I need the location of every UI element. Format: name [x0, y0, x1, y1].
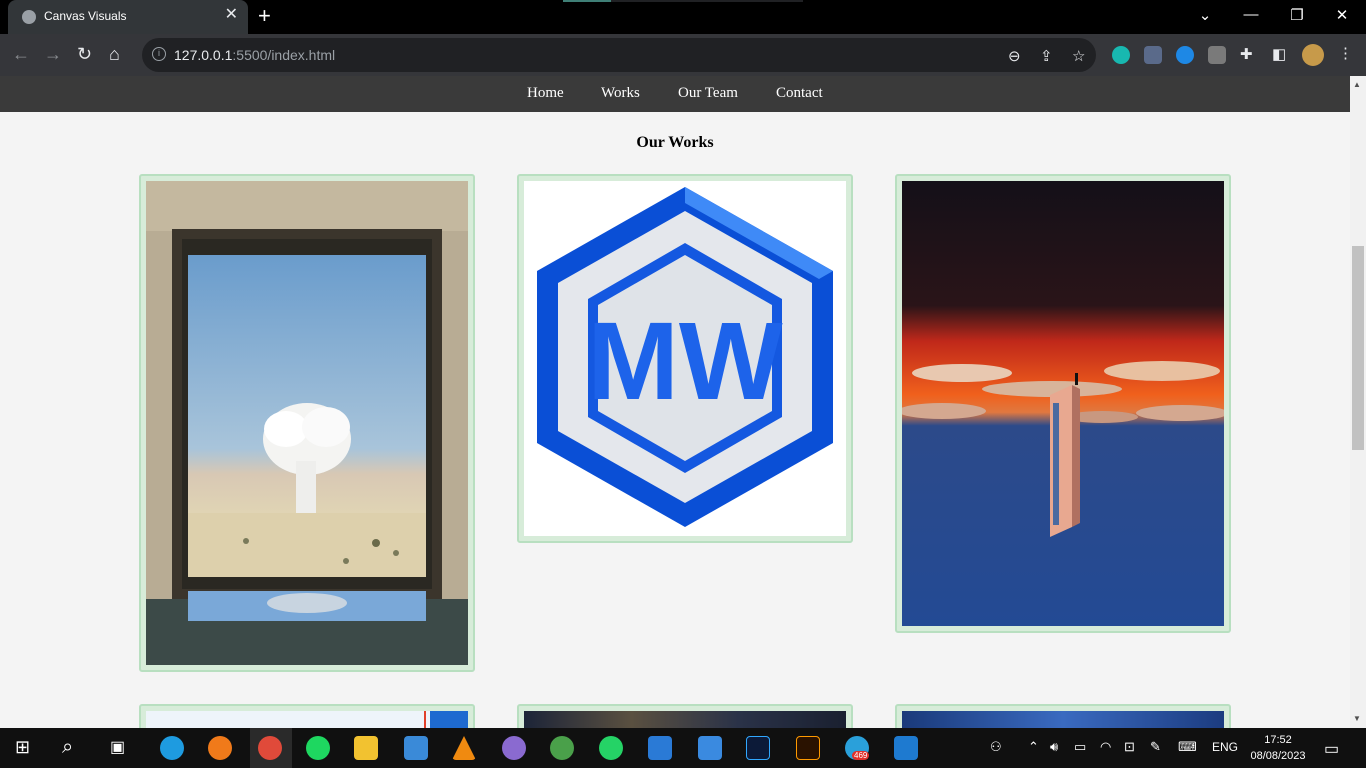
address-bar[interactable]: i 127.0.0.1:5500/index.html ⊖ ⇪ ☆	[142, 38, 1096, 72]
search-icon[interactable]: ⌕	[62, 736, 73, 759]
scrollbar-thumb[interactable]	[1352, 246, 1364, 450]
vlc-icon[interactable]	[452, 736, 476, 760]
row2-3-image	[902, 711, 1224, 728]
minimize-icon[interactable]: —	[1241, 6, 1261, 23]
reload-icon[interactable]: ↻	[77, 44, 92, 64]
work-card-row2-3[interactable]	[895, 704, 1231, 728]
work-card-window-cloud[interactable]	[139, 174, 475, 672]
extension-m-icon[interactable]	[1112, 46, 1130, 64]
browser-titlebar: Canvas Visuals ✕ + ⌄ — ❐ ✕	[0, 0, 1366, 34]
mail-icon[interactable]	[648, 736, 672, 760]
extension-blue-icon[interactable]	[1176, 46, 1194, 64]
vscode-icon[interactable]	[894, 736, 918, 760]
tab-title: Canvas Visuals	[44, 9, 127, 23]
work-card-row2-2[interactable]	[517, 704, 853, 728]
work-card-mw-logo[interactable]: MW	[517, 174, 853, 543]
monolith-painting	[902, 181, 1224, 626]
home-icon[interactable]: ⌂	[109, 44, 120, 64]
windows-start-icon[interactable]: ⊞	[15, 737, 30, 758]
site-info-icon[interactable]: i	[152, 47, 166, 61]
extension-r-icon[interactable]	[1208, 46, 1226, 64]
mw-logo-image: MW	[524, 181, 846, 536]
scroll-up-arrow-icon[interactable]: ▲	[1353, 80, 1361, 89]
profile-avatar[interactable]	[1302, 44, 1324, 66]
page-scrollbar[interactable]: ▲ ▼	[1350, 76, 1366, 728]
row2-1-image	[146, 711, 468, 728]
close-window-icon[interactable]: ✕	[1332, 6, 1352, 24]
work-card-monolith[interactable]	[895, 174, 1231, 633]
zoom-icon[interactable]: ⊖	[1008, 47, 1021, 65]
language-indicator[interactable]: ENG	[1212, 740, 1238, 754]
nav-home[interactable]: Home	[527, 85, 564, 102]
clock-date: 08/08/2023	[1250, 750, 1306, 762]
side-panel-icon[interactable]: ◧	[1272, 45, 1286, 63]
firefox-icon[interactable]	[208, 736, 232, 760]
volume-icon[interactable]: 🔊︎	[1050, 739, 1058, 755]
nav-works[interactable]: Works	[601, 85, 640, 102]
chrome-profile-icon[interactable]	[550, 736, 574, 760]
media-player-icon[interactable]	[502, 736, 526, 760]
keyboard-icon[interactable]: ⌨	[1178, 739, 1197, 755]
tab-search-icon[interactable]: ⌄	[1195, 6, 1215, 24]
store-icon[interactable]	[698, 736, 722, 760]
back-icon[interactable]: ←	[12, 44, 30, 64]
notification-icon[interactable]: ▭	[1324, 739, 1339, 759]
row2-2-image	[524, 711, 846, 728]
windows-taskbar: ⊞ ⌕ ▣ 469 ⚇ ⌃ 🔊︎ ▭ ◠ ⊡ ✎ ⌨ ENG 17:52 08/…	[0, 728, 1366, 768]
forward-icon[interactable]: →	[44, 44, 62, 64]
site-navbar: Home Works Our Team Contact	[0, 76, 1350, 112]
work-card-row2-1[interactable]	[139, 704, 475, 728]
nav-our-team[interactable]: Our Team	[678, 85, 738, 102]
bookmark-star-icon[interactable]: ☆	[1072, 47, 1085, 65]
share-icon[interactable]: ⇪	[1040, 47, 1053, 65]
browser-toolbar: ← → ↻ ⌂ i 127.0.0.1:5500/index.html ⊖ ⇪ …	[0, 34, 1366, 76]
device-icon[interactable]: ⊡	[1124, 739, 1135, 755]
menu-icon[interactable]: ⋮	[1338, 44, 1353, 62]
browser-tab[interactable]: Canvas Visuals ✕	[8, 0, 248, 34]
new-tab-button[interactable]: +	[258, 5, 271, 27]
nav-contact[interactable]: Contact	[776, 85, 823, 102]
tray-chevron-icon[interactable]: ⌃	[1028, 739, 1039, 755]
pen-icon[interactable]: ✎	[1150, 739, 1161, 755]
clock-time: 17:52	[1264, 734, 1292, 746]
extension-puzzle-icon[interactable]	[1144, 46, 1162, 64]
whatsapp-icon[interactable]	[599, 736, 623, 760]
extensions-icon[interactable]: ✚	[1240, 45, 1253, 63]
restore-icon[interactable]: ❐	[1287, 6, 1307, 24]
window-accent	[563, 0, 611, 2]
window-cloud-painting	[146, 181, 468, 665]
section-title: Our Works	[636, 134, 714, 151]
globe-icon	[22, 10, 36, 24]
file-explorer-icon[interactable]	[354, 736, 378, 760]
edge-icon[interactable]	[160, 736, 184, 760]
people-icon[interactable]: ⚇	[990, 739, 1002, 755]
scroll-down-arrow-icon[interactable]: ▼	[1353, 714, 1361, 723]
photos-icon[interactable]	[404, 736, 428, 760]
telegram-badge: 469	[852, 751, 870, 760]
task-view-icon[interactable]: ▣	[110, 737, 125, 757]
window-accent-dark	[611, 0, 803, 2]
battery-icon[interactable]: ▭	[1074, 739, 1086, 755]
photoshop-icon[interactable]	[746, 736, 770, 760]
spotify-icon[interactable]	[306, 736, 330, 760]
system-clock[interactable]: 17:52 08/08/2023	[1248, 732, 1308, 764]
mw-logo-text: MW	[587, 300, 783, 423]
chrome-icon[interactable]	[258, 736, 282, 760]
illustrator-icon[interactable]	[796, 736, 820, 760]
wifi-icon[interactable]: ◠	[1100, 739, 1111, 755]
page-viewport: Home Works Our Team Contact Our Works MW	[0, 76, 1350, 728]
tab-close-icon[interactable]: ✕	[225, 7, 238, 23]
url-text: 127.0.0.1:5500/index.html	[174, 47, 336, 63]
